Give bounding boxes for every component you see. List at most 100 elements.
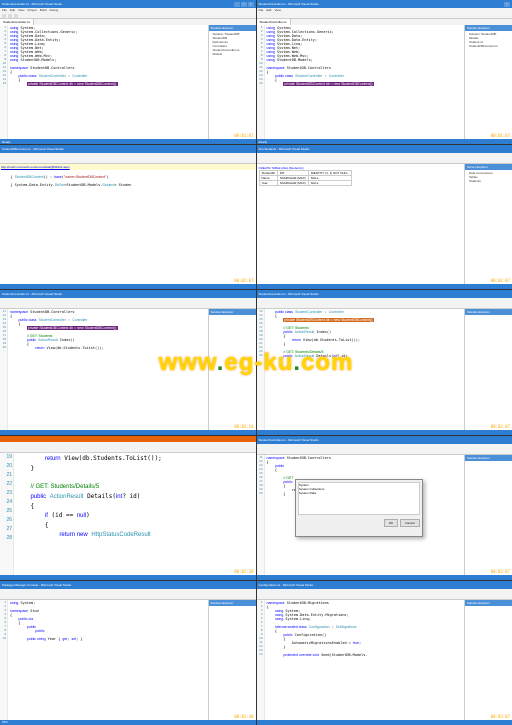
window-title: StudentController.cs - Microsoft Visual …	[2, 292, 254, 296]
solution-explorer[interactable]: Solution Explorer	[464, 309, 512, 429]
statusbar: Ready	[0, 139, 256, 144]
statusbar	[257, 284, 512, 289]
titlebar: StudentDBContext.cs - Microsoft Visual S…	[0, 145, 256, 153]
dialog-list[interactable]: System System.Collections System.Data	[298, 482, 420, 515]
list-item[interactable]: System.Data	[299, 491, 419, 495]
code-editor[interactable]: 131415161718192021222324 public class St…	[257, 309, 465, 429]
sql-columns-table: StudentIDINTIDENTITY (1, 1) NOT NULL, Na…	[259, 170, 352, 186]
code-editor[interactable]: 1234567891011121314 namespace StudentDB.…	[257, 600, 465, 720]
timestamp: 00:02:07	[491, 569, 510, 574]
solution-tree[interactable]: Solution 'StudentDB' StudentDB Reference…	[209, 31, 256, 139]
code-editor[interactable]: 19202122232425262728 return View(db.Stud…	[0, 453, 256, 575]
solution-tree[interactable]	[209, 606, 256, 720]
ide-panel-8: StudentController.cs - Microsoft Visual …	[257, 436, 512, 580]
open-icon[interactable]	[8, 14, 12, 18]
titlebar: Configuration.cs - Microsoft Visual Stud…	[257, 581, 512, 589]
code-editor[interactable]: 123456789101112131415 using System; usin…	[0, 25, 208, 139]
ide-panel-4: dbo.Students - Microsoft Visual Studio C…	[257, 145, 512, 289]
minimize-icon[interactable]: -	[234, 2, 240, 7]
statusbar	[257, 720, 512, 725]
intellisense-dialog[interactable]: System System.Collections System.Data OK…	[295, 479, 423, 537]
code-content[interactable]: using System; namespace Stud { public cl…	[8, 600, 208, 720]
timestamp: 00:01:07	[234, 133, 253, 138]
statusbar	[0, 284, 256, 289]
col-name: Year	[259, 181, 277, 186]
solution-explorer[interactable]: Solution Explorer Solution 'StudentDB' S…	[208, 25, 256, 139]
solution-tree[interactable]	[465, 315, 512, 429]
pm-console[interactable]: PM>	[2, 720, 8, 724]
line-gutter: 123456789101112131415	[0, 25, 8, 139]
code-content[interactable]: namespace StudentDB.Migrations { using S…	[265, 600, 465, 720]
code-content[interactable]: { StudentDBContext() : base("name=Studen…	[0, 170, 256, 284]
timestamp: 00:01:07	[491, 133, 510, 138]
solution-tree[interactable]: Solution 'StudentDB' Models Student.cs S…	[465, 31, 512, 139]
new-icon[interactable]	[2, 14, 6, 18]
statusbar: Ready	[257, 139, 512, 144]
statusbar: PM>	[0, 720, 256, 725]
code-content[interactable]: namespace StudentDB.Controllers { public…	[8, 309, 208, 429]
ide-panel-9: Package Manager Console - Microsoft Visu…	[0, 581, 256, 725]
window-title: Configuration.cs - Microsoft Visual Stud…	[259, 583, 511, 587]
sql-editor[interactable]: CREATE TABLE [dbo].[Students] ( StudentI…	[257, 164, 465, 284]
col-name: StudentID	[259, 171, 277, 176]
code-editor[interactable]: 12345678910 using System; namespace Stud…	[0, 600, 208, 720]
server-tree[interactable]: Data Connections Tables Students	[465, 170, 512, 284]
window-title: StudentController.cs - Microsoft Visual …	[2, 2, 234, 6]
titlebar: StudentController.cs - Microsoft Visual …	[257, 436, 512, 444]
code-content[interactable]: public class StudentController : Control…	[265, 309, 465, 429]
solution-explorer[interactable]: Solution Explorer	[208, 600, 256, 720]
titlebar: dbo.Students - Microsoft Visual Studio	[257, 145, 512, 153]
cancel-button[interactable]: Cancel	[400, 519, 419, 527]
ide-panel-7: 19202122232425262728 return View(db.Stud…	[0, 436, 256, 580]
solution-explorer[interactable]: Solution Explorer	[464, 455, 512, 575]
timestamp: 00:02:07	[491, 278, 510, 283]
statusbar	[257, 575, 512, 580]
close-icon[interactable]: ×	[248, 2, 254, 7]
solution-tree[interactable]	[465, 461, 512, 575]
solution-tree[interactable]	[465, 606, 512, 720]
tree-item[interactable]: Students	[466, 179, 511, 183]
window-title: StudentController.cs - Microsoft Visual …	[259, 292, 511, 296]
tree-item[interactable]: Models	[210, 52, 255, 56]
code-content[interactable]: using System; using System.Collections.G…	[265, 25, 465, 139]
close-icon[interactable]: ×	[504, 2, 510, 7]
ide-panel-5: StudentController.cs - Microsoft Visual …	[0, 290, 256, 434]
ide-panel-3: StudentDBContext.cs - Microsoft Visual S…	[0, 145, 256, 289]
tree-item[interactable]: StudentDBContext.cs	[466, 44, 511, 48]
solution-explorer[interactable]: Solution Explorer	[464, 600, 512, 720]
window-title: dbo.Students - Microsoft Visual Studio	[259, 147, 511, 151]
solution-explorer[interactable]: Solution Explorer	[208, 309, 256, 429]
code-content[interactable]: return View(db.Students.ToList()); } // …	[14, 453, 256, 575]
statusbar	[0, 575, 256, 580]
code-editor[interactable]: 11121314151617181920 namespace StudentDB…	[0, 309, 208, 429]
line-gutter: 11121314151617181920	[0, 309, 8, 429]
col-type: NVARCHAR (MAX)	[277, 176, 308, 181]
sql-designer[interactable]: CREATE TABLE [dbo].[Students] ( StudentI…	[257, 164, 354, 284]
solution-tree[interactable]	[209, 315, 256, 429]
col-type: NVARCHAR (MAX)	[277, 181, 308, 186]
titlebar: StudentController.cs - Microsoft Visual …	[257, 290, 512, 298]
line-gutter: 12345678910	[0, 600, 8, 720]
server-explorer[interactable]: Server Explorer Data Connections Tables …	[464, 164, 512, 284]
code-editor[interactable]: { StudentDBContext() : base("name=Studen…	[0, 170, 256, 284]
line-gutter: 11121314151617181920	[257, 455, 265, 575]
video-thumbnail-grid: StudentController.cs - Microsoft Visual …	[0, 0, 512, 725]
timestamp: 00:02:07	[491, 424, 510, 429]
maximize-icon[interactable]: □	[241, 2, 247, 7]
line-gutter: 131415161718192021222324	[257, 309, 265, 429]
ok-button[interactable]: OK	[384, 519, 398, 527]
col-opts: IDENTITY (1, 1) NOT NULL,	[308, 171, 351, 176]
window-title: StudentDBContext.cs - Microsoft Visual S…	[2, 147, 254, 151]
line-gutter: 123456789101112131415	[257, 25, 265, 139]
col-opts: NULL,	[308, 181, 351, 186]
save-icon[interactable]	[14, 14, 18, 18]
ide-panel-6: StudentController.cs - Microsoft Visual …	[257, 290, 512, 434]
titlebar: StudentController.cs - Microsoft Visual …	[0, 0, 256, 8]
code-content[interactable]: using System; using System.Collections.G…	[8, 25, 208, 139]
line-gutter: 1234567891011121314	[257, 600, 265, 720]
titlebar: Package Manager Console - Microsoft Visu…	[0, 581, 256, 589]
timestamp: 00:02:18	[234, 424, 253, 429]
statusbar	[0, 430, 256, 435]
solution-explorer[interactable]: Solution Explorer Solution 'StudentDB' M…	[464, 25, 512, 139]
code-editor[interactable]: 123456789101112131415 using System; usin…	[257, 25, 465, 139]
